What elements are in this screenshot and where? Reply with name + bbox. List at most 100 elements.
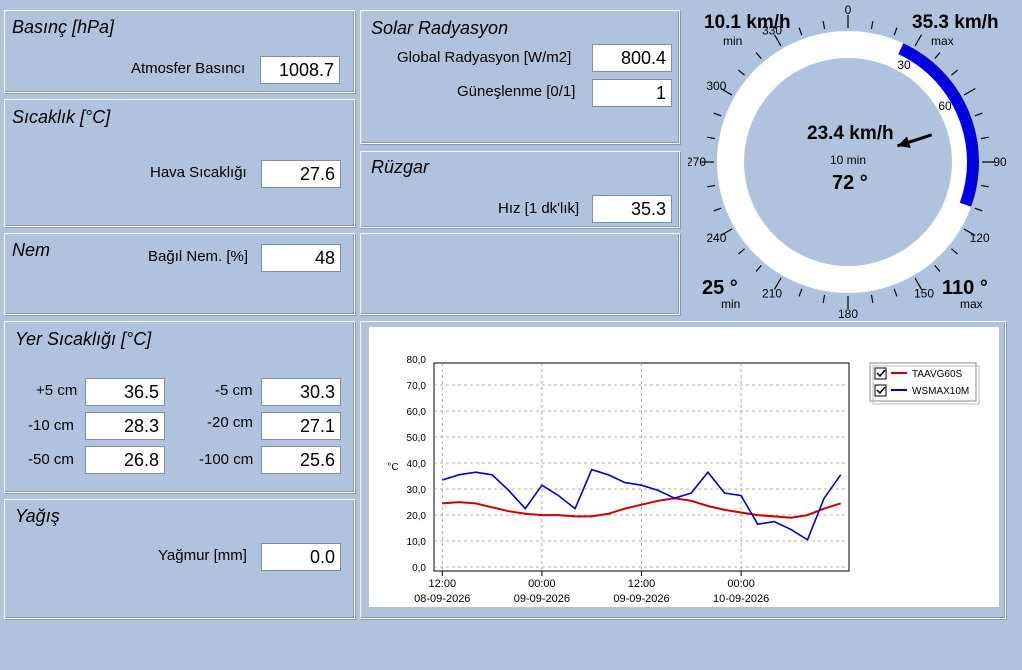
air-temperature-label: Hava Sıcaklığı — [150, 164, 247, 181]
x-tick-label-date: 10-09-2026 — [713, 593, 769, 605]
compass-tick — [738, 69, 745, 76]
temperature-panel: Sıcaklık [°C] Hava Sıcaklığı 27.6 — [4, 99, 355, 227]
compass-label: 30 — [897, 58, 911, 72]
average-caption: 10 min — [830, 153, 867, 167]
compass-label: 150 — [914, 287, 934, 301]
x-tick-label-date: 09-09-2026 — [514, 593, 570, 605]
y-tick-label: 60,0 — [407, 407, 427, 418]
wind-direction: 72 ° — [832, 172, 868, 194]
solar-title: Solar Radyasyon — [371, 18, 509, 38]
wind-speed-label: Hız [1 dk'lık] — [498, 200, 580, 217]
compass-tick — [870, 21, 874, 30]
compass-tick — [934, 265, 941, 272]
compass-label: 0 — [845, 3, 852, 17]
compass-tick — [980, 136, 989, 140]
compass-tick — [893, 288, 898, 297]
compass-label: 120 — [970, 231, 990, 245]
compass-tick — [707, 184, 716, 188]
soil-value-minus20: 27.1 — [261, 412, 341, 440]
soil-value-minus10: 28.3 — [85, 412, 165, 440]
compass-tick — [798, 288, 803, 297]
compass-tick — [713, 207, 722, 212]
compass-label: 60 — [938, 99, 952, 113]
pressure-value: 1008.7 — [260, 56, 340, 84]
soil-label-plus5: +5 cm — [36, 382, 78, 399]
compass-tick — [822, 294, 826, 303]
global-radiation-value: 800.4 — [592, 44, 672, 72]
legend-label: WSMAX10M — [912, 386, 969, 397]
max-speed: 35.3 km/h — [912, 12, 999, 33]
rain-value: 0.0 — [261, 543, 341, 571]
soil-label-minus5: -5 cm — [215, 382, 253, 399]
rain-title: Yağış — [15, 506, 60, 526]
pressure-panel: Basınç [hPa] Atmosfer Basıncı 1008.7 — [4, 10, 355, 93]
soil-temperature-panel: Yer Sıcaklığı [°C] +5 cm 36.5 -5 cm 30.3… — [4, 321, 355, 493]
soil-label-minus50: -50 cm — [28, 451, 74, 468]
humidity-label: Bağıl Nem. [%] — [148, 248, 249, 265]
humidity-title: Nem — [12, 240, 51, 260]
soil-value-minus100: 25.6 — [261, 446, 341, 474]
compass-tick — [951, 69, 958, 76]
sunshine-value: 1 — [592, 79, 672, 107]
solar-panel: Solar Radyasyon Global Radyasyon [W/m2] … — [360, 10, 680, 144]
compass-tick — [980, 184, 989, 188]
compass-tick — [914, 34, 923, 47]
compass-tick — [707, 136, 716, 140]
empty-panel — [360, 233, 680, 315]
x-tick-label-time: 12:00 — [628, 578, 656, 590]
y-tick-label: 30,0 — [407, 485, 427, 496]
max-speed-caption: max — [931, 34, 954, 48]
compass-tick — [974, 112, 983, 117]
compass-label: 300 — [706, 79, 726, 93]
humidity-value: 48 — [261, 244, 341, 272]
x-tick-label-time: 00:00 — [727, 578, 755, 590]
compass-tick — [822, 21, 826, 30]
soil-value-minus5: 30.3 — [261, 378, 341, 406]
soil-label-minus10: -10 cm — [28, 417, 74, 434]
y-axis-label: °C — [387, 462, 398, 473]
pressure-label: Atmosfer Basıncı — [131, 60, 246, 77]
y-tick-label: 40,0 — [407, 459, 427, 470]
compass-tick — [755, 265, 762, 272]
compass-tick — [951, 248, 958, 255]
compass-label: 90 — [993, 155, 1007, 169]
compass-tick — [798, 27, 803, 36]
y-tick-label: 20,0 — [407, 511, 427, 522]
y-tick-label: 80,0 — [407, 355, 427, 366]
compass-tick — [974, 207, 983, 212]
air-temperature-value: 27.6 — [261, 160, 341, 188]
wind-panel: Rüzgar Hız [1 dk'lık] 35.3 — [360, 151, 680, 228]
compass-tick — [738, 248, 745, 255]
compass-tick — [893, 27, 898, 36]
current-wind-speed: 23.4 km/h — [807, 123, 894, 144]
y-tick-label: 10,0 — [407, 537, 427, 548]
soil-value-plus5: 36.5 — [85, 378, 165, 406]
soil-value-minus50: 26.8 — [85, 446, 165, 474]
x-tick-label-time: 00:00 — [528, 578, 556, 590]
rain-panel: Yağış Yağmur [mm] 0.0 — [4, 499, 355, 619]
temperature-title: Sıcaklık [°C] — [12, 107, 111, 127]
wind-speed-value: 35.3 — [592, 195, 672, 223]
compass-label: 270 — [688, 155, 706, 169]
soil-label-minus20: -20 cm — [207, 414, 253, 431]
legend-label: TAAVG60S — [912, 369, 963, 380]
compass-label: 180 — [838, 307, 858, 320]
y-tick-label: 0,0 — [412, 563, 426, 574]
temperature-wind-chart: 80,0 70,0 60,0 50,0 40,0 30,0 20,0 10,0 0,0 °C 12:… — [387, 355, 980, 605]
global-radiation-label: Global Radyasyon [W/m2] — [397, 49, 572, 66]
chart-area: 80,0 70,0 60,0 50,0 40,0 30,0 20,0 10,0 0,0 °C 12:… — [369, 327, 999, 607]
x-tick-label-time: 12:00 — [429, 578, 457, 590]
humidity-panel: Nem Bağıl Nem. [%] 48 — [4, 233, 355, 315]
min-speed: 10.1 km/h — [704, 12, 791, 33]
compass-tick — [963, 87, 976, 96]
compass-label: 210 — [762, 287, 782, 301]
compass-tick — [934, 52, 941, 59]
soil-label-minus100: -100 cm — [199, 451, 254, 468]
x-tick-label-date: 09-09-2026 — [613, 593, 669, 605]
sunshine-label: Güneşlenme [0/1] — [457, 83, 576, 100]
compass-label: 240 — [706, 231, 726, 245]
x-tick-label-date: 08-09-2026 — [414, 593, 470, 605]
rain-label: Yağmur [mm] — [158, 547, 247, 564]
min-direction-caption: min — [721, 297, 741, 311]
compass-tick — [755, 52, 762, 59]
